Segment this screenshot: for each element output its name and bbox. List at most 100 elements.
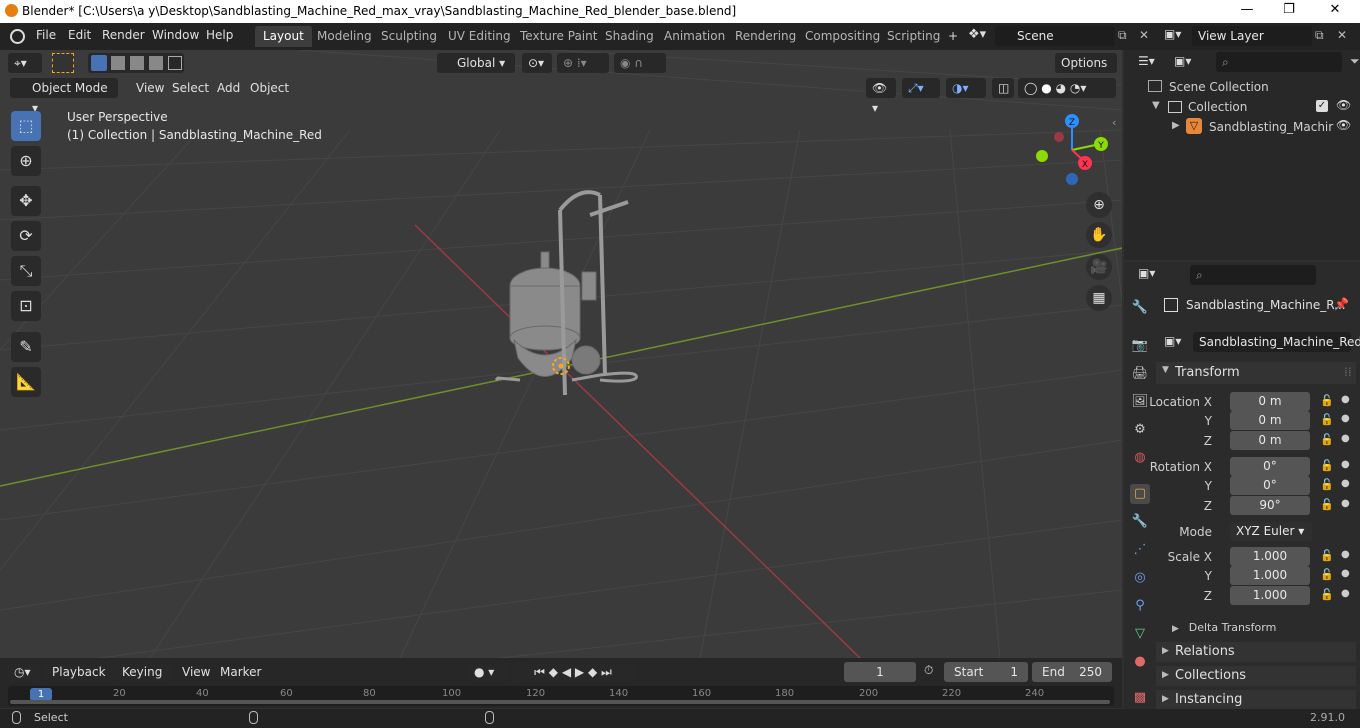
object-name-field[interactable]: Sandblasting_Machine_Red xyxy=(1193,332,1360,352)
tab-animation[interactable]: Animation xyxy=(656,26,733,47)
view-layer-icon[interactable]: ▣▾ xyxy=(1164,27,1181,41)
collections-panel-header[interactable]: ▶ Collections xyxy=(1156,666,1356,686)
tab-layout[interactable]: Layout xyxy=(255,26,312,47)
rotate-tool-icon[interactable]: ⟳ xyxy=(11,221,41,251)
keyframe-dot-icon[interactable]: ● xyxy=(1341,413,1350,424)
lock-icon[interactable]: 🔓 xyxy=(1320,498,1334,511)
selection-mode-group[interactable] xyxy=(88,53,184,73)
keyframe-dot-icon[interactable]: ● xyxy=(1341,478,1350,489)
xray-toggle[interactable]: ◫ xyxy=(992,78,1014,98)
outliner-display-mode-icon[interactable]: ▣▾ xyxy=(1174,54,1191,68)
keyframe-dot-icon[interactable]: ● xyxy=(1341,433,1350,444)
transform-orientation-dropdown[interactable]: Global ▾ xyxy=(437,53,515,73)
zoom-icon[interactable]: ⊕ xyxy=(1086,192,1112,218)
scene-field[interactable]: Scene xyxy=(995,26,1115,46)
object-datablock-icon[interactable]: ▣▾ xyxy=(1164,334,1181,348)
copy-view-layer-icon[interactable]: ⧉ xyxy=(1315,28,1324,43)
wireframe-shading-icon[interactable]: ◯ xyxy=(1024,81,1037,95)
material-shading-icon[interactable]: ◕ xyxy=(1056,81,1066,95)
output-properties-icon[interactable]: 🖨 xyxy=(1130,364,1150,384)
navigation-gizmo[interactable]: Z Y X xyxy=(1030,112,1120,192)
scale-tool-icon[interactable]: ⤡ xyxy=(11,256,41,286)
invert-selection-icon[interactable] xyxy=(149,56,163,70)
remove-view-layer-icon[interactable]: ✕ xyxy=(1337,28,1347,42)
rendered-shading-icon[interactable]: ◔ xyxy=(1070,81,1080,95)
solid-shading-icon[interactable]: ● xyxy=(1041,81,1051,95)
keyframe-dot-icon[interactable]: ● xyxy=(1341,549,1350,560)
scale-y-field[interactable]: 1.000 xyxy=(1230,566,1310,585)
prev-keyframe-icon[interactable]: ◆ xyxy=(549,665,558,679)
tab-sculpting[interactable]: Sculpting xyxy=(373,26,445,47)
snapping-dropdown[interactable]: ⊕ ⁞▾ xyxy=(557,53,609,73)
new-selection-icon[interactable] xyxy=(91,55,107,71)
expand-object-icon[interactable]: ▶ xyxy=(1172,120,1180,131)
rotation-x-field[interactable]: 0° xyxy=(1230,457,1310,476)
select-tool-icon[interactable]: ⬚ xyxy=(11,111,41,141)
3d-viewport[interactable]: ⌖▾ Global ▾ ⊙▾ ⊕ ⁞▾ ◉ ∩ Options ▾ Object… xyxy=(0,50,1122,658)
tab-rendering[interactable]: Rendering xyxy=(727,26,804,47)
collection-visibility-eye-icon[interactable]: 👁 xyxy=(1336,98,1351,112)
timeline-marker-menu[interactable]: Marker xyxy=(214,662,267,682)
menu-file[interactable]: File xyxy=(36,28,56,42)
lock-icon[interactable]: 🔓 xyxy=(1320,413,1334,426)
keyframe-dot-icon[interactable]: ● xyxy=(1341,394,1350,405)
gizmo-toggle[interactable]: ⤢▾ xyxy=(902,78,940,98)
remove-scene-icon[interactable]: ✕ xyxy=(1139,28,1149,42)
location-x-field[interactable]: 0 m xyxy=(1230,392,1310,411)
instancing-panel-header[interactable]: ▶ Instancing xyxy=(1156,690,1356,709)
start-frame-field[interactable]: Start 1 xyxy=(944,662,1028,682)
visibility-dropdown[interactable]: 👁▾ xyxy=(866,78,896,115)
lock-icon[interactable]: 🔓 xyxy=(1320,568,1334,581)
menu-render[interactable]: Render xyxy=(102,28,145,42)
auto-keying-toggle[interactable]: ● ▾ xyxy=(468,662,506,682)
keyframe-dot-icon[interactable]: ● xyxy=(1341,588,1350,599)
end-frame-field[interactable]: End 250 xyxy=(1032,662,1112,682)
data-properties-icon[interactable]: ▽ xyxy=(1130,624,1150,644)
rotation-z-field[interactable]: 90° xyxy=(1230,496,1310,515)
outliner-editor-type-icon[interactable]: ☰▾ xyxy=(1138,54,1155,68)
outliner-collection[interactable]: Collection xyxy=(1188,100,1247,114)
location-z-field[interactable]: 0 m xyxy=(1230,431,1310,450)
menu-help[interactable]: Help xyxy=(206,28,233,42)
lock-icon[interactable]: 🔓 xyxy=(1320,459,1334,472)
tool-properties-icon[interactable]: 🔧 xyxy=(1130,298,1150,318)
perspective-grid-icon[interactable]: ▦ xyxy=(1086,285,1112,311)
mode-dropdown[interactable]: Object Mode ▾ xyxy=(10,78,118,115)
menu-add[interactable]: Add xyxy=(211,78,246,98)
close-button[interactable]: ✕ xyxy=(1312,2,1358,22)
pin-icon[interactable]: 📌 xyxy=(1334,297,1349,311)
object-visibility-eye-icon[interactable]: 👁 xyxy=(1336,118,1351,132)
keyframe-dot-icon[interactable]: ● xyxy=(1341,498,1350,509)
annotate-tool-icon[interactable]: ✎ xyxy=(11,332,41,362)
scale-x-field[interactable]: 1.000 xyxy=(1230,547,1310,566)
overlays-toggle[interactable]: ◑▾ xyxy=(946,78,986,98)
menu-edit[interactable]: Edit xyxy=(68,28,91,42)
collection-checkbox[interactable]: ✓ xyxy=(1316,100,1328,112)
properties-search-input[interactable]: ⌕ xyxy=(1190,265,1316,285)
editor-type-button[interactable]: ⌖▾ xyxy=(8,53,42,73)
material-properties-icon[interactable]: ● xyxy=(1130,652,1150,672)
tab-uv-editing[interactable]: UV Editing xyxy=(440,26,519,47)
extend-selection-icon[interactable] xyxy=(111,56,125,70)
add-workspace-button[interactable]: + xyxy=(940,26,966,47)
minimize-button[interactable]: — xyxy=(1224,2,1270,22)
next-keyframe-icon[interactable]: ◆ xyxy=(588,665,597,679)
menu-object[interactable]: Object xyxy=(244,78,295,98)
shading-modes[interactable]: ◯ ● ◕ ◔▾ xyxy=(1018,78,1116,98)
options-dropdown[interactable]: Options ▾ xyxy=(1055,53,1117,90)
transform-tool-icon[interactable]: ⊡ xyxy=(11,291,41,321)
expand-collection-icon[interactable]: ▼ xyxy=(1152,100,1160,111)
delta-transform-subpanel[interactable]: ▶ Delta Transform xyxy=(1172,620,1352,638)
lock-icon[interactable]: 🔓 xyxy=(1320,588,1334,601)
measure-tool-icon[interactable]: 📐 xyxy=(11,367,41,397)
timeline-editor-type-icon[interactable]: ◷▾ xyxy=(8,662,40,682)
move-tool-icon[interactable]: ✥ xyxy=(11,186,41,216)
jump-end-icon[interactable]: ⏭ xyxy=(601,665,612,679)
playback-dropdown[interactable]: Playback ▾ xyxy=(46,662,114,699)
play-icon[interactable]: ▶ xyxy=(575,665,584,679)
transform-panel-header[interactable]: ▼ Transform ⁞⁞ xyxy=(1156,362,1356,384)
tab-scripting[interactable]: Scripting xyxy=(879,26,948,47)
pan-hand-icon[interactable]: ✋ xyxy=(1086,222,1112,248)
lock-icon[interactable]: 🔓 xyxy=(1320,394,1334,407)
pivot-point-dropdown[interactable]: ⊙▾ xyxy=(522,53,552,73)
